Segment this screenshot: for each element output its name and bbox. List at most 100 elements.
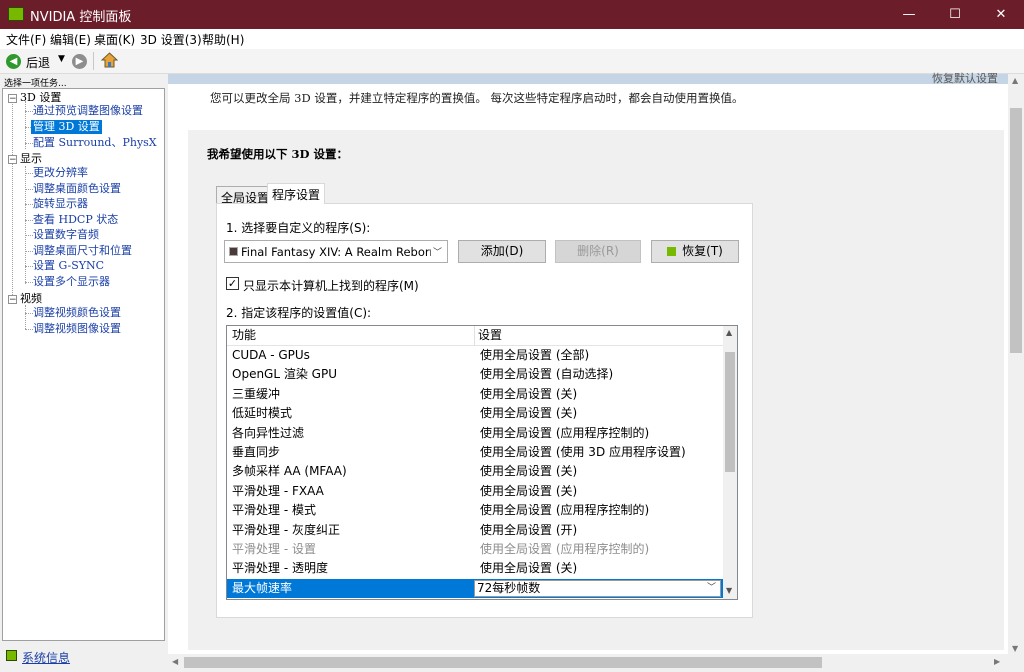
table-row[interactable]: 多帧采样 AA (MFAA) 使用全局设置 (关) xyxy=(227,462,723,481)
row-setting: 使用全局设置 (应用程序控制的) xyxy=(480,542,650,556)
grid-scroll-thumb[interactable] xyxy=(725,352,735,472)
menu-edit[interactable]: 编辑(E) xyxy=(50,31,91,48)
table-row[interactable]: 各向异性过滤 使用全局设置 (应用程序控制的) xyxy=(227,424,723,443)
window-title: NVIDIA 控制面板 xyxy=(30,10,132,25)
menu-bar: 文件(F) 编辑(E) 桌面(K) 3D 设置(3) 帮助(H) xyxy=(0,29,1024,49)
row-setting: 使用全局设置 (关) xyxy=(480,561,578,576)
row-feature: 平滑处理 - 模式 xyxy=(232,503,316,518)
row-feature: 各向异性过滤 xyxy=(232,425,305,440)
tab-program-settings[interactable]: 程序设置 xyxy=(267,183,326,204)
minimize-button[interactable]: — xyxy=(886,0,932,29)
back-label: 后退 xyxy=(26,56,51,70)
row-feature: 三重缓冲 xyxy=(232,386,281,401)
grid-header: 功能 设置 xyxy=(227,326,723,346)
remove-program-button[interactable]: 删除(R) xyxy=(555,240,641,263)
maximize-button[interactable]: ☐ xyxy=(932,0,978,29)
restore-program-button[interactable]: 恢复(T) xyxy=(651,240,739,263)
table-row[interactable]: 平滑处理 - FXAA 使用全局设置 (关) xyxy=(227,482,723,501)
nvidia-logo-icon xyxy=(8,7,24,21)
scroll-left-icon[interactable]: ◀ xyxy=(172,657,178,666)
tree-3d-settings[interactable]: 3D 设置 xyxy=(20,91,61,105)
row-setting: 使用全局设置 (开) xyxy=(480,522,578,537)
table-row[interactable]: 平滑处理 - 透明度 使用全局设置 (关) xyxy=(227,559,723,578)
show-found-only-checkbox[interactable]: ✓ xyxy=(226,277,239,290)
horizontal-scroll-thumb[interactable] xyxy=(184,657,822,668)
page-header-band: 恢复默认设置 xyxy=(168,72,1008,85)
table-row[interactable]: ﹀ 最大帧速率 72每秒帧数 xyxy=(227,578,723,599)
collapse-3d-icon[interactable]: − xyxy=(8,94,17,104)
row-setting: 使用全局设置 (应用程序控制的) xyxy=(480,503,650,518)
nvidia-restore-icon xyxy=(667,247,677,256)
home-icon xyxy=(100,52,119,68)
row-feature: 平滑处理 - 设置 xyxy=(232,542,316,556)
row-feature: 平滑处理 - 灰度纠正 xyxy=(232,522,340,537)
row-feature: OpenGL 渲染 GPU xyxy=(232,367,337,382)
program-icon xyxy=(229,247,238,256)
tree-item-preview-image[interactable]: 通过预览调整图像设置 xyxy=(33,104,143,118)
collapse-video-icon[interactable]: − xyxy=(8,295,17,305)
row-setting: 使用全局设置 (使用 3D 应用程序设置) xyxy=(480,445,686,459)
back-dropdown-icon[interactable]: ▼ xyxy=(58,54,65,64)
scroll-up-icon[interactable]: ▲ xyxy=(1012,76,1018,85)
row-feature: 多帧采样 AA (MFAA) xyxy=(232,464,347,479)
menu-3d-settings[interactable]: 3D 设置(3) xyxy=(140,31,202,48)
menu-desktop[interactable]: 桌面(K) xyxy=(94,31,135,48)
tree-item-video-image[interactable]: 调整视频图像设置 xyxy=(33,322,121,336)
table-row[interactable]: 平滑处理 - 模式 使用全局设置 (应用程序控制的) xyxy=(227,501,723,520)
close-button[interactable]: ✕ xyxy=(978,0,1024,29)
tree-item-desktop-color[interactable]: 调整桌面颜色设置 xyxy=(33,182,121,196)
tree-item-desktop-size[interactable]: 调整桌面尺寸和位置 xyxy=(33,244,132,258)
tree-item-multi-display[interactable]: 设置多个显示器 xyxy=(33,275,110,289)
tree-item-rotate[interactable]: 旋转显示器 xyxy=(33,197,88,211)
tree-video[interactable]: 视频 xyxy=(20,292,42,306)
tree-item-digital-audio[interactable]: 设置数字音频 xyxy=(33,228,99,242)
tab-global-settings[interactable]: 全局设置 xyxy=(216,186,275,205)
tree-item-gsync[interactable]: 设置 G-SYNC xyxy=(33,259,104,273)
row-feature: 平滑处理 - 透明度 xyxy=(232,561,328,576)
settings-group-title: 我希望使用以下 3D 设置： xyxy=(207,147,348,161)
system-info-link[interactable]: 系统信息 xyxy=(22,649,70,666)
table-row[interactable]: 低延时模式 使用全局设置 (关) xyxy=(227,404,723,423)
home-button[interactable] xyxy=(100,52,119,69)
scroll-right-icon[interactable]: ▶ xyxy=(994,657,1000,666)
table-row[interactable]: 平滑处理 - 设置 使用全局设置 (应用程序控制的) xyxy=(227,540,723,559)
tree-item-manage-3d[interactable]: 管理 3D 设置 xyxy=(31,120,102,134)
tree-item-hdcp[interactable]: 查看 HDCP 状态 xyxy=(33,213,118,227)
page-description: 您可以更改全局 3D 设置，并建立特定程序的置换值。 每次这些特定程序启动时，都… xyxy=(210,91,744,105)
show-found-only-label: 只显示本计算机上找到的程序(M) xyxy=(243,279,419,293)
row-setting[interactable]: 72每秒帧数 xyxy=(477,579,540,598)
forward-button[interactable]: ▶ xyxy=(72,54,87,69)
table-row[interactable]: OpenGL 渲染 GPU 使用全局设置 (自动选择) xyxy=(227,365,723,384)
tree-display[interactable]: 显示 xyxy=(20,152,42,166)
scroll-down-icon[interactable]: ▼ xyxy=(1012,644,1018,653)
program-select[interactable]: Final Fantasy XIV: A Realm Reborn (... ﹀ xyxy=(224,240,448,263)
tree-item-resolution[interactable]: 更改分辨率 xyxy=(33,166,88,180)
title-bar: NVIDIA 控制面板 — ☐ ✕ xyxy=(0,0,1024,29)
collapse-display-icon[interactable]: − xyxy=(8,155,17,165)
main-horizontal-scrollbar[interactable]: ◀ ▶ xyxy=(168,654,1008,671)
menu-help[interactable]: 帮助(H) xyxy=(202,31,244,48)
table-row[interactable]: 垂直同步 使用全局设置 (使用 3D 应用程序设置) xyxy=(227,443,723,462)
tree-item-video-color[interactable]: 调整视频颜色设置 xyxy=(33,306,121,320)
table-row[interactable]: 三重缓冲 使用全局设置 (关) xyxy=(227,385,723,404)
row-setting: 使用全局设置 (自动选择) xyxy=(480,367,614,382)
settings-grid: 功能 设置 CUDA - GPUs 使用全局设置 (全部) OpenGL 渲染 GP… xyxy=(226,325,738,600)
step2-label: 2. 指定该程序的设置值(C): xyxy=(226,306,372,320)
table-row[interactable]: CUDA - GPUs 使用全局设置 (全部) xyxy=(227,346,723,365)
row-setting: 使用全局设置 (全部) xyxy=(480,348,590,362)
chevron-down-icon: ﹀ xyxy=(706,582,716,593)
grid-scroll-up-icon[interactable]: ▲ xyxy=(726,328,732,337)
grid-scroll-down-icon[interactable]: ▼ xyxy=(726,586,732,595)
row-feature: 垂直同步 xyxy=(232,445,281,459)
menu-file[interactable]: 文件(F) xyxy=(6,31,46,48)
column-feature: 功能 xyxy=(232,328,257,342)
main-scroll-thumb[interactable] xyxy=(1010,108,1022,353)
main-vertical-scrollbar[interactable]: ▲ ▼ xyxy=(1008,74,1024,656)
tree-item-surround-physx[interactable]: 配置 Surround、PhysX xyxy=(33,136,157,150)
row-setting: 使用全局设置 (关) xyxy=(480,483,578,498)
table-row[interactable]: 平滑处理 - 灰度纠正 使用全局设置 (开) xyxy=(227,521,723,540)
grid-scrollbar[interactable]: ▲ ▼ xyxy=(723,326,737,599)
row-feature: CUDA - GPUs xyxy=(232,348,310,362)
add-program-button[interactable]: 添加(D) xyxy=(458,240,546,263)
column-setting: 设置 xyxy=(478,328,503,342)
